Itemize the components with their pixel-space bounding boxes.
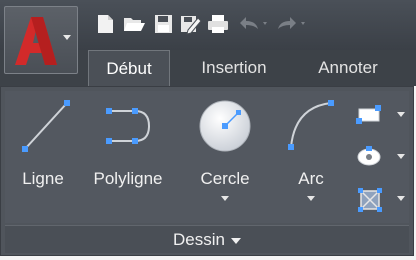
application-menu-button[interactable] — [4, 6, 78, 74]
draw-panel-tools: Ligne Polyligne Cercle Arc — [5, 91, 409, 223]
boundary-dropdown-arrow-icon[interactable] — [397, 196, 405, 201]
circle-dropdown-arrow-icon[interactable] — [221, 196, 229, 201]
autocad-logo-icon — [15, 17, 57, 65]
hatch-icon — [357, 146, 381, 166]
circle-label: Cercle — [200, 169, 250, 188]
undo-icon[interactable] — [236, 13, 267, 35]
line-label: Ligne — [22, 169, 64, 188]
rectangle-icon — [356, 105, 381, 124]
draw-panel-label: Dessin — [173, 230, 225, 249]
hatch-dropdown-arrow-icon[interactable] — [397, 154, 405, 159]
redo-icon[interactable] — [274, 13, 305, 35]
tab-debut[interactable]: Début — [88, 50, 170, 86]
boundary-tool-button[interactable] — [355, 185, 405, 213]
arc-dropdown-arrow-icon[interactable] — [307, 196, 315, 201]
circle-icon — [199, 100, 251, 152]
tab-insertion[interactable]: Insertion — [180, 50, 288, 86]
panel-expand-arrow-icon[interactable] — [230, 237, 241, 244]
draw-panel-title-bar[interactable]: Dessin — [5, 225, 409, 253]
print-icon[interactable] — [206, 13, 228, 35]
app-menu-arrow-icon — [63, 35, 71, 40]
polyline-label: Polyligne — [93, 169, 163, 188]
open-icon[interactable] — [122, 13, 145, 35]
boundary-icon — [358, 188, 382, 212]
draw-panel-title[interactable]: Dessin — [5, 230, 409, 250]
new-icon[interactable] — [94, 13, 116, 35]
rectangle-dropdown-arrow-icon[interactable] — [397, 112, 405, 117]
autocad-ribbon-window: Début Insertion Annoter Ligne Polyligne … — [0, 0, 416, 260]
arc-label: Arc — [298, 169, 324, 188]
save-as-icon[interactable] — [178, 13, 202, 35]
line-icon — [22, 100, 70, 152]
rectangle-tool-button[interactable] — [355, 101, 405, 129]
arc-icon — [288, 100, 334, 150]
polyline-icon — [106, 108, 151, 144]
hatch-tool-button[interactable] — [355, 143, 405, 171]
draw-panel: Ligne Polyligne Cercle Arc Dessin — [0, 86, 414, 256]
tab-annoter[interactable]: Annoter — [298, 50, 398, 86]
save-icon[interactable] — [152, 13, 174, 35]
